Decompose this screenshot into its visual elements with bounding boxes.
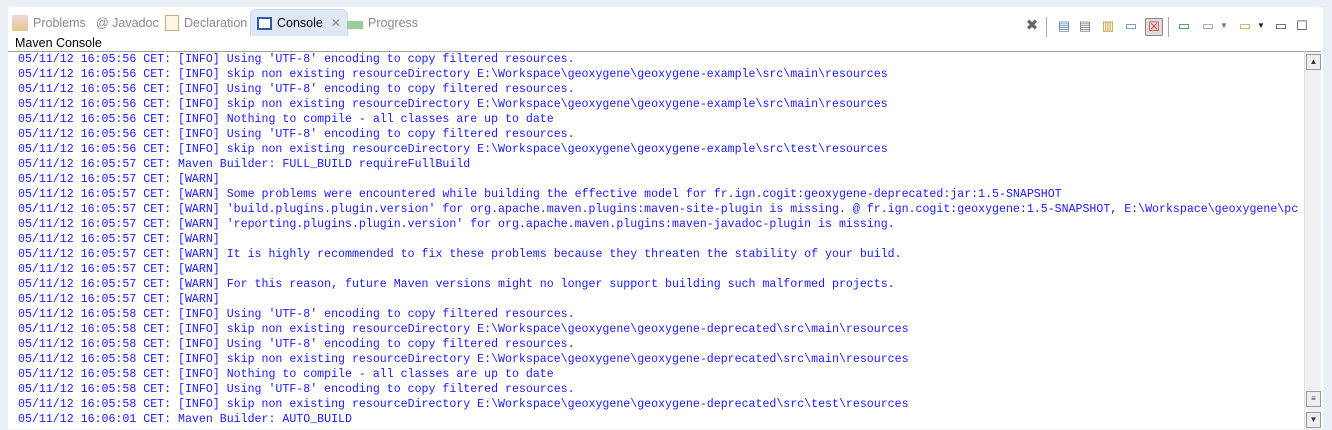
console-line: 05/11/12 16:05:57 CET: [WARN] [18, 173, 220, 186]
console-view: Problems @ Javadoc Declaration Console ✕ … [8, 7, 1323, 430]
console-title: Maven Console [15, 36, 102, 50]
console-line: 05/11/12 16:05:56 CET: [INFO] Using 'UTF… [18, 83, 575, 96]
console-line: 05/11/12 16:05:58 CET: [INFO] skip non e… [18, 353, 909, 366]
console-line: 05/11/12 16:05:56 CET: [INFO] skip non e… [18, 68, 888, 81]
problems-icon [12, 15, 28, 31]
tab-declaration[interactable]: Declaration [165, 12, 247, 34]
terminate-icon[interactable]: ✖ [1024, 18, 1040, 34]
scroll-up-button[interactable]: ▲ [1306, 54, 1321, 70]
close-tab-icon[interactable]: ✕ [331, 16, 341, 30]
show-on-output-icon[interactable]: ▭ [1123, 18, 1139, 34]
vertical-scrollbar[interactable]: ▲ ≡ ▼ [1304, 51, 1321, 430]
tab-bar: Problems @ Javadoc Declaration Console ✕ … [8, 7, 1323, 37]
console-line: 05/11/12 16:05:58 CET: [INFO] skip non e… [18, 323, 909, 336]
maximize-icon[interactable]: ☐ [1294, 18, 1310, 34]
console-line: 05/11/12 16:05:56 CET: [INFO] Using 'UTF… [18, 53, 575, 66]
tab-progress[interactable]: Progress [347, 12, 418, 34]
debug-output-icon[interactable]: ▤ [1056, 18, 1072, 34]
console-line: 05/11/12 16:05:57 CET: [WARN] [18, 263, 220, 276]
close-console-icon[interactable]: ▤ [1077, 18, 1093, 34]
chevron-down-icon[interactable]: ▼ [1216, 18, 1232, 34]
console-icon [257, 16, 272, 30]
tab-label: Console [277, 16, 323, 30]
console-line: 05/11/12 16:06:01 CET: Maven Builder: AU… [18, 413, 352, 426]
console-line: 05/11/12 16:05:57 CET: [WARN] It is high… [18, 248, 902, 261]
console-line: 05/11/12 16:05:57 CET: [WARN] [18, 293, 220, 306]
progress-icon [347, 21, 363, 29]
tab-label: @ Javadoc [96, 16, 159, 30]
console-line: 05/11/12 16:05:57 CET: Maven Builder: FU… [18, 158, 471, 171]
tab-label: Declaration [184, 16, 248, 30]
tab-problems[interactable]: Problems [12, 12, 86, 34]
console-output[interactable]: 05/11/12 16:05:56 CET: [INFO] Using 'UTF… [8, 51, 1304, 430]
console-line: 05/11/12 16:05:56 CET: [INFO] Using 'UTF… [18, 128, 575, 141]
separator [1168, 17, 1169, 37]
console-line: 05/11/12 16:05:58 CET: [INFO] Using 'UTF… [18, 308, 575, 321]
console-line: 05/11/12 16:05:58 CET: [INFO] skip non e… [18, 398, 909, 411]
console-line: 05/11/12 16:05:57 CET: [WARN] 'build.plu… [18, 203, 1299, 216]
console-line: 05/11/12 16:05:58 CET: [INFO] Using 'UTF… [18, 383, 575, 396]
console-line: 05/11/12 16:05:56 CET: [INFO] skip non e… [18, 143, 888, 156]
console-line: 05/11/12 16:05:57 CET: [WARN] For this r… [18, 278, 895, 291]
console-line: 05/11/12 16:05:58 CET: [INFO] Using 'UTF… [18, 338, 575, 351]
tab-label: Problems [33, 16, 86, 30]
minimize-icon[interactable]: ▭ [1273, 18, 1289, 34]
scroll-down-button[interactable]: ▼ [1306, 412, 1321, 428]
declaration-icon [165, 15, 179, 31]
chevron-down-icon[interactable]: ▼ [1253, 18, 1269, 34]
console-line: 05/11/12 16:05:57 CET: [WARN] Some probl… [18, 188, 1062, 201]
display-console-icon[interactable]: ▭ [1200, 18, 1216, 34]
pin-console-icon[interactable]: ▭ [1176, 18, 1192, 34]
open-console-icon[interactable]: ▭ [1237, 18, 1253, 34]
tab-javadoc[interactable]: @ Javadoc [96, 12, 159, 34]
console-line: 05/11/12 16:05:56 CET: [INFO] Nothing to… [18, 113, 554, 126]
tab-label: Progress [368, 16, 419, 30]
console-line: 05/11/12 16:05:58 CET: [INFO] Nothing to… [18, 368, 554, 381]
scroll-thumb[interactable]: ≡ [1306, 391, 1321, 407]
console-line: 05/11/12 16:05:56 CET: [INFO] skip non e… [18, 98, 888, 111]
scroll-lock-icon[interactable]: ▥ [1100, 18, 1116, 34]
console-line: 05/11/12 16:05:57 CET: [WARN] 'reporting… [18, 218, 895, 231]
show-on-error-icon[interactable]: ☒ [1145, 18, 1163, 36]
separator [1046, 17, 1047, 37]
console-line: 05/11/12 16:05:57 CET: [WARN] [18, 233, 220, 246]
tab-console[interactable]: Console ✕ [250, 9, 348, 36]
